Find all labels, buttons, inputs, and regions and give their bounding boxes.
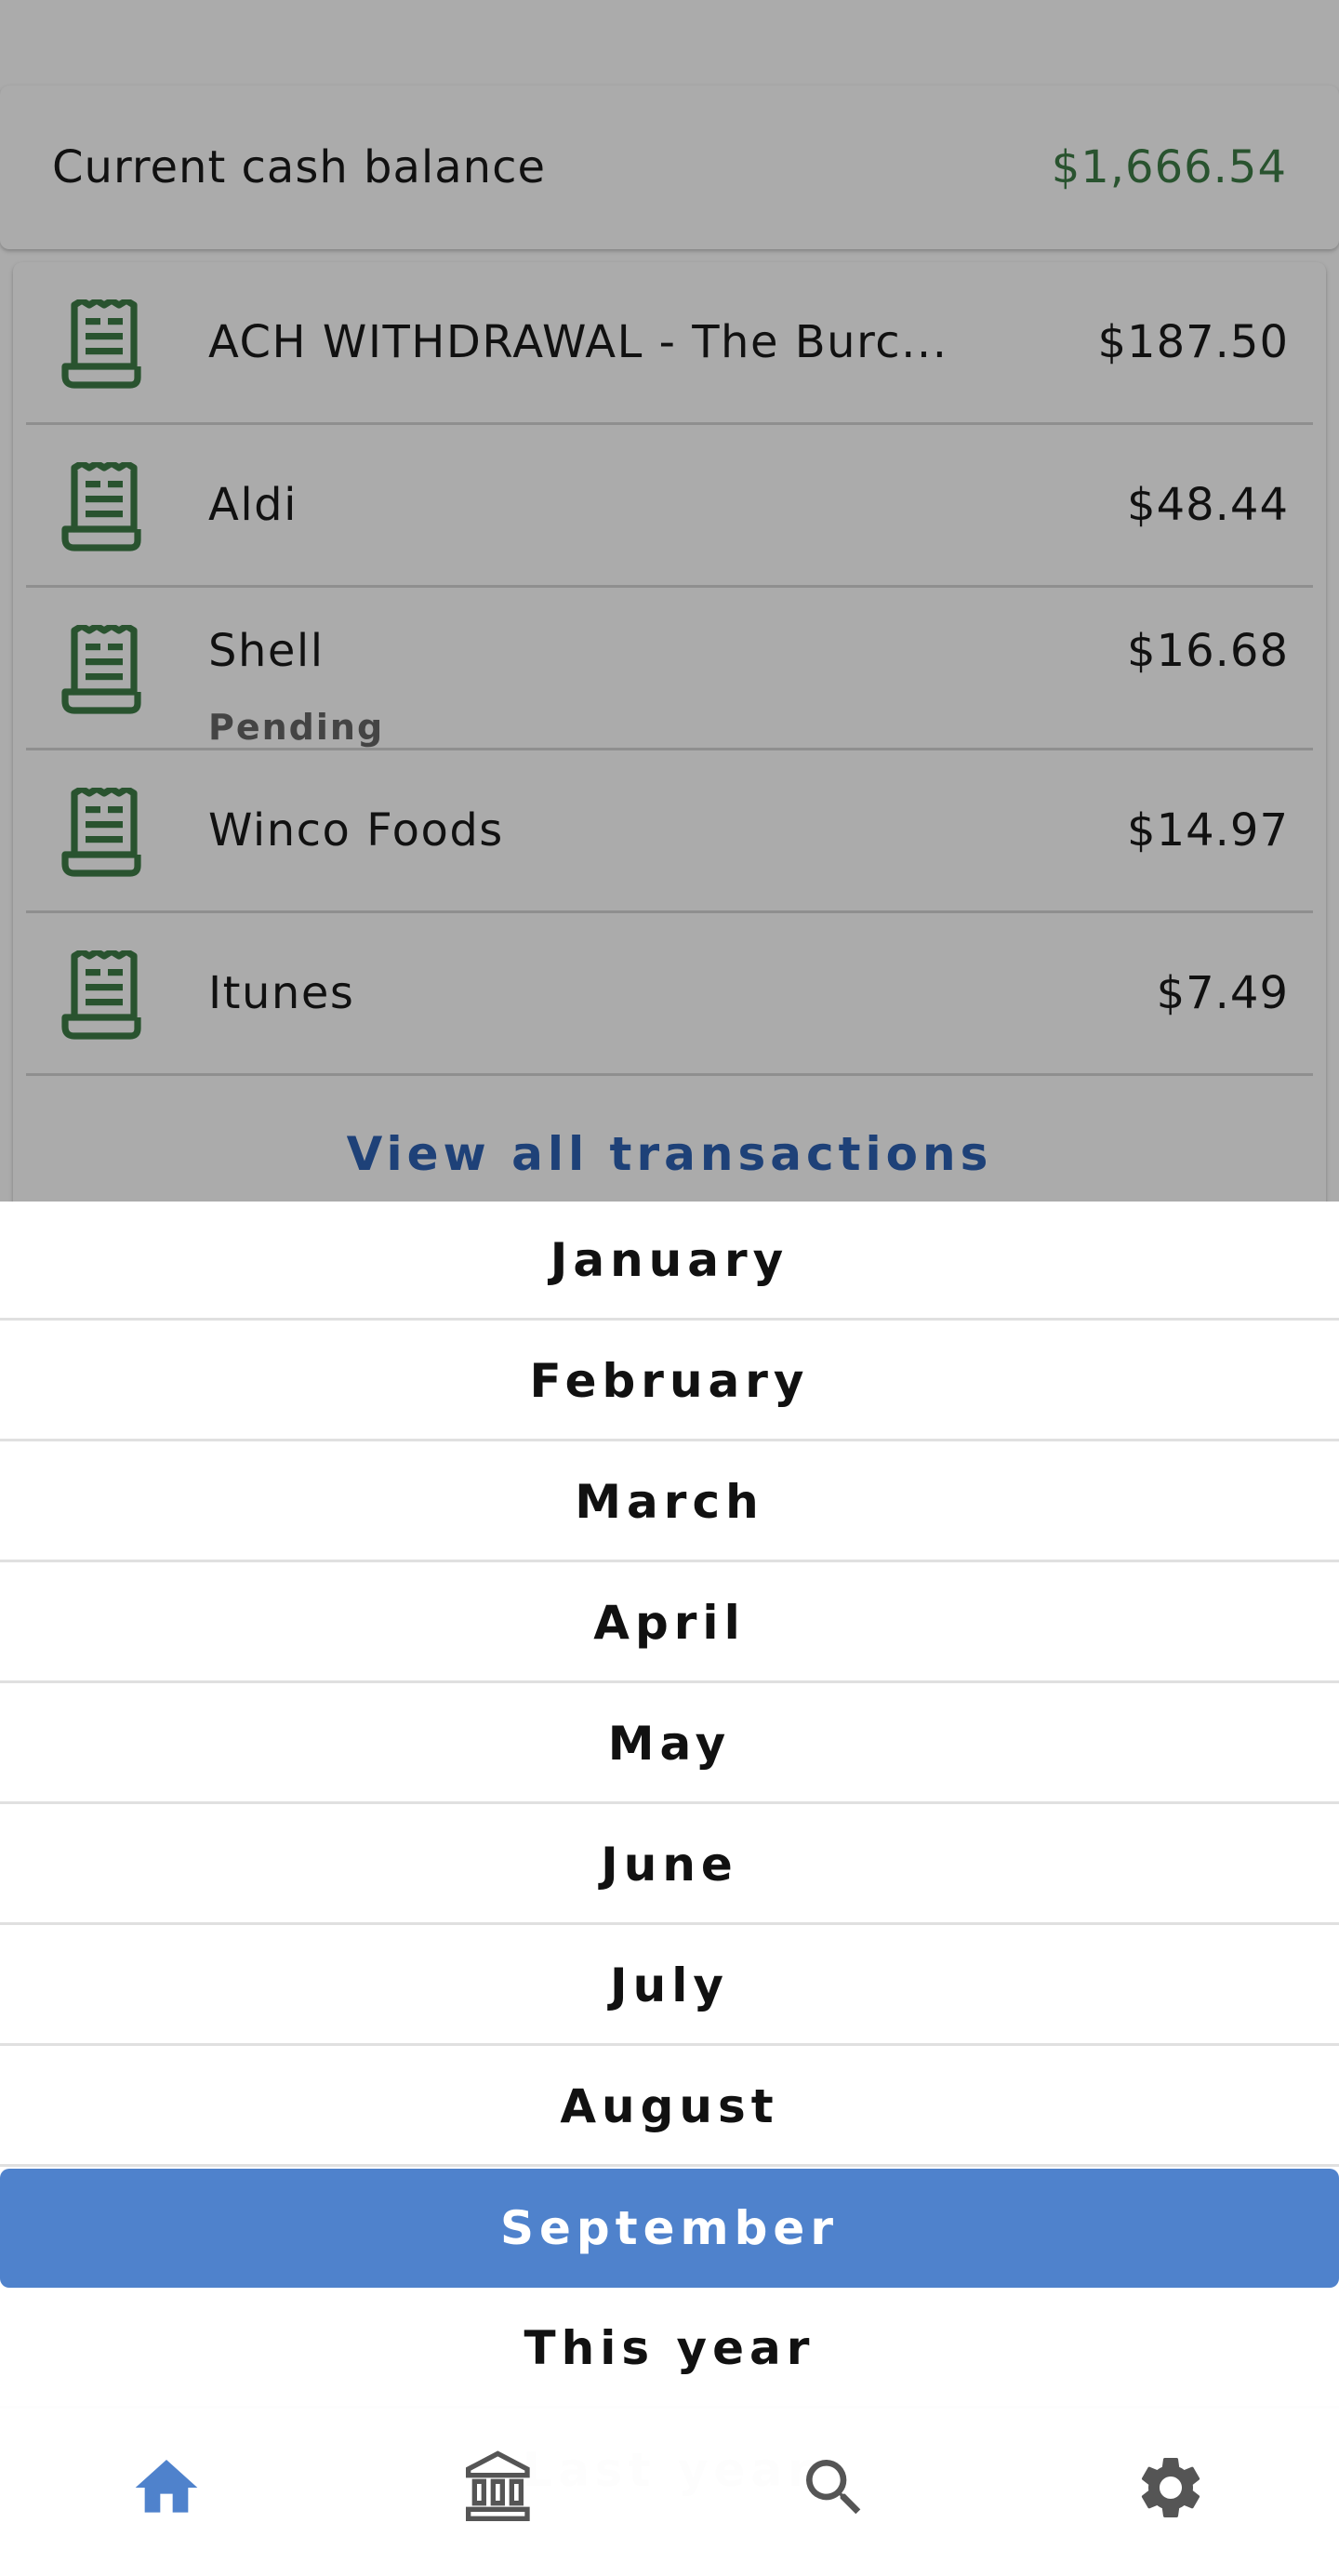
bottom-navigation-bar <box>0 2397 1339 2576</box>
period-option[interactable]: February <box>0 1322 1339 1441</box>
period-picker-sheet: January February March April May June July Augu… <box>0 1202 1339 2576</box>
period-option-selected[interactable]: September <box>0 2169 1339 2288</box>
period-option[interactable]: January <box>0 1202 1339 1321</box>
nav-accounts-button[interactable] <box>457 2446 541 2530</box>
modal-backdrop[interactable] <box>0 0 1339 1202</box>
period-option[interactable]: May <box>0 1685 1339 1804</box>
period-option[interactable]: April <box>0 1564 1339 1683</box>
nav-home-button[interactable] <box>125 2446 208 2530</box>
period-option[interactable]: March <box>0 1443 1339 1562</box>
search-icon <box>806 2460 861 2515</box>
period-option[interactable]: June <box>0 1806 1339 1925</box>
bank-icon <box>466 2450 530 2521</box>
settings-gear-icon <box>1141 2458 1200 2517</box>
home-icon <box>135 2460 198 2513</box>
period-option[interactable]: This year <box>0 2290 1339 2409</box>
nav-search-button[interactable] <box>792 2446 876 2530</box>
period-option[interactable]: August <box>0 2048 1339 2167</box>
period-option[interactable]: July <box>0 1927 1339 2046</box>
nav-settings-button[interactable] <box>1129 2446 1213 2530</box>
